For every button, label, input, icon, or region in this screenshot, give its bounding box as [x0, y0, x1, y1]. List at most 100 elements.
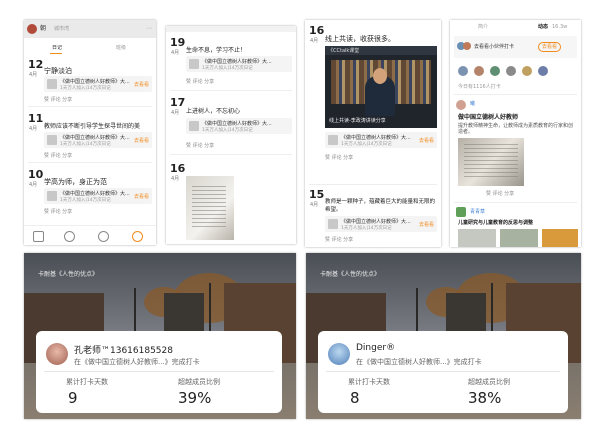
book-header: 卡耐基《人性的优点》 — [320, 271, 381, 278]
entry-actions[interactable]: 赞 评论 分享 — [44, 208, 72, 215]
course-meta: 1天万人加入|14万次日记 — [202, 128, 253, 133]
course-title: 《做中国立德树人好教师》大... — [341, 219, 411, 225]
bottom-nav — [24, 225, 156, 245]
course-card[interactable]: 《做中国立德树人好教师》大... 1天万人加入|14万次日记 去看看 — [325, 216, 437, 232]
entry-actions[interactable]: 赞 评论 分享 — [44, 152, 72, 159]
course-meta: 1天万人加入|14万次日记 — [60, 142, 111, 147]
post-photo[interactable] — [458, 138, 524, 186]
book-header: 卡耐基《人性的优点》 — [38, 271, 99, 278]
avatar[interactable] — [490, 66, 500, 76]
avatar[interactable] — [474, 66, 484, 76]
course-icon — [189, 121, 199, 131]
banner-text: 去看看小伙伴打卡 — [474, 44, 515, 50]
course-card[interactable]: 《做中国立德树人好教师》大... 1天万人加入|14万次日记 去看看 — [44, 132, 152, 148]
avatar[interactable] — [538, 66, 548, 76]
entry-actions[interactable]: 赞 评论 分享 — [486, 190, 514, 197]
go-link[interactable]: 去看看 — [419, 221, 434, 228]
entry-actions[interactable]: 赞 评论 分享 — [44, 96, 72, 103]
ratio-label: 超越成员比例 — [468, 378, 510, 386]
course-card[interactable]: 《做中国立德树人好教师》大... 1天万人加入|14万次日记 去看看 — [325, 132, 437, 148]
post-photo[interactable] — [458, 229, 496, 247]
message-icon[interactable] — [98, 231, 109, 242]
divider — [326, 371, 560, 372]
entry-text: 生命不息，学习不止！ — [186, 47, 247, 54]
more-icon[interactable]: ⋯ — [146, 25, 152, 32]
course-meta: 1天万人加入|14万次日记 — [341, 226, 392, 231]
ratio-label: 超越成员比例 — [178, 378, 220, 386]
tab-class[interactable]: 班级 — [116, 45, 126, 51]
divider — [170, 90, 292, 91]
checkin-banner: 去看看小伙伴打卡 去看看 — [454, 36, 577, 58]
avatar[interactable] — [458, 66, 468, 76]
course-title: 《做中国立德树人好教师》大... — [341, 135, 411, 141]
video-title-bar: 《CCtalk课堂 — [325, 46, 437, 55]
profile-icon[interactable] — [132, 231, 143, 242]
follow-button[interactable]: 去看看 — [538, 42, 562, 52]
entry-month: 4月 — [310, 38, 319, 44]
course-card[interactable]: 《做中国立德树人好教师》大... 1天万人加入|14万次日记 — [186, 118, 292, 134]
days-value: 9 — [68, 389, 78, 407]
avatar[interactable] — [456, 207, 466, 217]
entry-text: 学高为师，身正为范 — [44, 178, 107, 186]
entry-actions[interactable]: 赞 评论 分享 — [325, 236, 353, 243]
panel-checkin-card-1: 卡耐基《人性的优点》 孔老师™13616185528 在《做中国立德树人好教师.… — [24, 253, 296, 419]
go-link[interactable]: 去看看 — [134, 137, 149, 144]
photo-lines — [464, 144, 518, 180]
entry-day: 10 — [28, 168, 44, 181]
course-card[interactable]: 《做中国立德树人好教师》大... 1天万人加入|14万次日记 去看看 — [44, 188, 152, 204]
avatar[interactable] — [456, 100, 466, 110]
profile-header: 朝 城市湾 ⋯ — [24, 20, 156, 38]
avatar[interactable] — [506, 66, 516, 76]
avatar[interactable] — [27, 24, 37, 34]
entry-actions[interactable]: 赞 评论 分享 — [186, 142, 214, 149]
entry-day: 15 — [309, 188, 325, 201]
video-bar-text: 《CCtalk课堂 — [328, 48, 360, 54]
entry-day: 11 — [28, 112, 44, 125]
top-strip — [166, 26, 296, 32]
post-author: 青青草 — [470, 209, 486, 215]
tab-feed[interactable]: 动态 — [538, 24, 548, 30]
entry-actions[interactable]: 赞 评论 分享 — [325, 154, 353, 161]
tab-intro[interactable]: 简介 — [478, 24, 488, 30]
course-card[interactable]: 《做中国立德树人好教师》大... 1天万人加入|14万次日记 — [186, 56, 292, 72]
post-title: 做中国立德树人好教师 — [458, 114, 519, 121]
divider — [454, 202, 577, 203]
tab-underline — [50, 53, 62, 54]
tower — [164, 293, 204, 333]
ratio-value: 38% — [468, 389, 502, 407]
post-photo[interactable] — [542, 229, 578, 247]
days-label: 累计打卡天数 — [348, 378, 390, 386]
post-author: 曦 — [470, 101, 476, 107]
course-meta: 1天万人加入|14万次日记 — [341, 142, 392, 147]
avatar[interactable] — [522, 66, 532, 76]
post-photo[interactable] — [500, 229, 538, 247]
teacher-avatar[interactable] — [328, 343, 350, 365]
tower — [446, 293, 486, 333]
entry-month: 4月 — [29, 72, 38, 78]
course-title: 《做中国立德树人好教师》大... — [60, 191, 130, 197]
home-icon[interactable] — [33, 231, 44, 242]
entry-actions[interactable]: 赞 评论 分享 — [186, 78, 214, 85]
go-link[interactable]: 去看看 — [134, 81, 149, 88]
course-icon — [328, 135, 338, 145]
go-link[interactable]: 去看看 — [419, 137, 434, 144]
checkin-text: 在《做中国立德树人好教师...》完成打卡 — [356, 358, 482, 366]
course-icon — [47, 79, 57, 89]
go-link[interactable]: 去看看 — [134, 193, 149, 200]
entry-text: 线上共读，收获很多。 — [325, 35, 395, 43]
tab-diary[interactable]: 日记 — [52, 45, 62, 51]
panel-checkin-card-2: 卡耐基《人性的优点》 Dinger® 在《做中国立德树人好教师...》完成打卡 … — [306, 253, 581, 419]
user-name: 朝 — [40, 25, 47, 32]
divider — [44, 371, 274, 372]
book-photo[interactable] — [186, 176, 234, 240]
divider — [28, 162, 152, 163]
entry-text: 上进树人，不忘初心 — [186, 108, 241, 115]
course-card[interactable]: 《做中国立德树人好教师》大... 1天万人加入|14万次日记 去看看 — [44, 76, 152, 92]
video-thumbnail[interactable]: 《CCtalk课堂 线上共读-李政涛讲读分享 — [325, 46, 437, 128]
teacher-avatar[interactable] — [46, 343, 68, 365]
discover-icon[interactable] — [64, 231, 75, 242]
entry-month: 4月 — [171, 176, 180, 182]
divider — [309, 184, 437, 185]
ratio-value: 39% — [178, 389, 212, 407]
panel-diary-1: 朝 城市湾 ⋯ 日记 班级 12 4月 宁静淡泊 《做中国立德树人好教师》大..… — [24, 20, 156, 245]
